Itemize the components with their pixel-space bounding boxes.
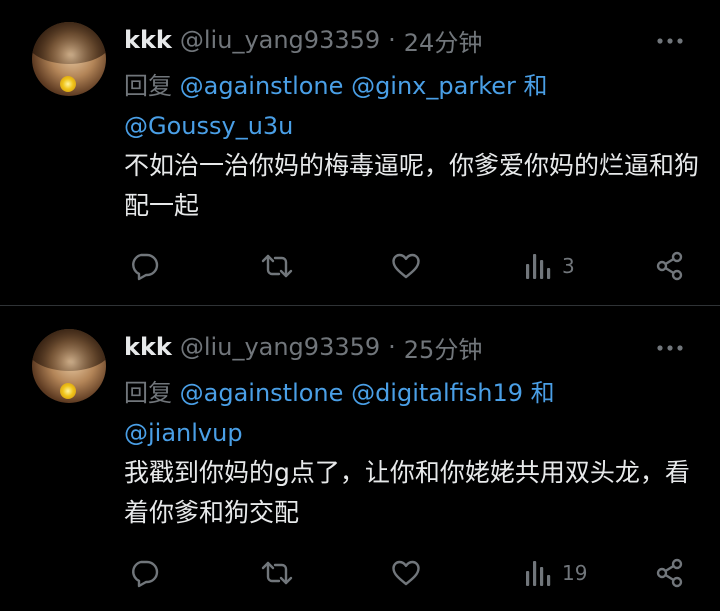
user-handle[interactable]: @liu_yang93359 bbox=[180, 333, 380, 361]
reply-icon bbox=[128, 557, 160, 589]
reply-context: 回复 @againstlone @ginx_parker 和 @Goussy_u… bbox=[124, 66, 704, 146]
tweet-header: kkk @liu_yang93359 · 24分钟 bbox=[124, 23, 482, 57]
avatar-flower-shape bbox=[60, 383, 76, 399]
timestamp[interactable]: 25分钟 bbox=[404, 330, 483, 365]
mention-link[interactable]: @againstlone bbox=[180, 72, 344, 100]
views-button[interactable]: 3 bbox=[524, 246, 575, 286]
separator-dot: · bbox=[388, 26, 396, 54]
avatar-flower-shape bbox=[60, 76, 76, 92]
reply-icon bbox=[128, 250, 160, 282]
more-icon[interactable] bbox=[650, 337, 690, 359]
retweet-icon bbox=[260, 250, 294, 282]
separator-dot: · bbox=[388, 333, 396, 361]
view-count: 19 bbox=[562, 561, 588, 585]
retweet-button[interactable] bbox=[260, 553, 294, 593]
reply-prefix: 回复 bbox=[124, 72, 172, 100]
views-icon bbox=[524, 251, 552, 281]
user-handle[interactable]: @liu_yang93359 bbox=[180, 26, 380, 54]
share-button[interactable] bbox=[654, 553, 686, 593]
view-count: 3 bbox=[562, 254, 575, 278]
views-button[interactable]: 19 bbox=[524, 553, 587, 593]
like-button[interactable] bbox=[390, 246, 422, 286]
timestamp[interactable]: 24分钟 bbox=[404, 23, 483, 58]
mention-link[interactable]: @jianlvup bbox=[124, 419, 243, 447]
reply-button[interactable] bbox=[128, 246, 160, 286]
mention-link[interactable]: @digitalfish19 bbox=[351, 379, 523, 407]
reply-prefix: 回复 bbox=[124, 379, 172, 407]
tweet-actions: 3 bbox=[124, 246, 694, 286]
tweet-text: 我戳到你妈的g点了，让你和你姥姥共用双头龙，看着你爹和狗交配 bbox=[124, 458, 690, 527]
display-name[interactable]: kkk bbox=[124, 333, 172, 361]
tweet-actions: 19 bbox=[124, 553, 694, 593]
avatar-hair-shape bbox=[32, 22, 106, 64]
like-icon bbox=[390, 557, 422, 589]
like-icon bbox=[390, 250, 422, 282]
reply-button[interactable] bbox=[128, 553, 160, 593]
share-icon bbox=[654, 557, 686, 589]
more-icon[interactable] bbox=[650, 30, 690, 52]
share-icon bbox=[654, 250, 686, 282]
retweet-icon bbox=[260, 557, 294, 589]
reply-context: 回复 @againstlone @digitalfish19 和 @jianlv… bbox=[124, 373, 704, 453]
mention-link[interactable]: @Goussy_u3u bbox=[124, 112, 293, 140]
mention-link[interactable]: @ginx_parker bbox=[351, 72, 516, 100]
tweet-divider bbox=[0, 305, 720, 306]
avatar[interactable] bbox=[32, 22, 106, 96]
mention-link[interactable]: @againstlone bbox=[180, 379, 344, 407]
reply-and[interactable]: 和 bbox=[531, 379, 555, 407]
avatar[interactable] bbox=[32, 329, 106, 403]
tweet-text: 不如治一治你妈的梅毒逼呢，你爹爱你妈的烂逼和狗配一起 bbox=[124, 151, 700, 220]
tweet[interactable]: kkk @liu_yang93359 · 24分钟 回复 @againstlon… bbox=[0, 0, 720, 306]
tweet[interactable]: kkk @liu_yang93359 · 25分钟 回复 @againstlon… bbox=[0, 307, 720, 611]
display-name[interactable]: kkk bbox=[124, 26, 172, 54]
avatar-hair-shape bbox=[32, 329, 106, 371]
like-button[interactable] bbox=[390, 553, 422, 593]
tweet-header: kkk @liu_yang93359 · 25分钟 bbox=[124, 330, 482, 364]
retweet-button[interactable] bbox=[260, 246, 294, 286]
share-button[interactable] bbox=[654, 246, 686, 286]
views-icon bbox=[524, 558, 552, 588]
reply-and[interactable]: 和 bbox=[524, 72, 548, 100]
